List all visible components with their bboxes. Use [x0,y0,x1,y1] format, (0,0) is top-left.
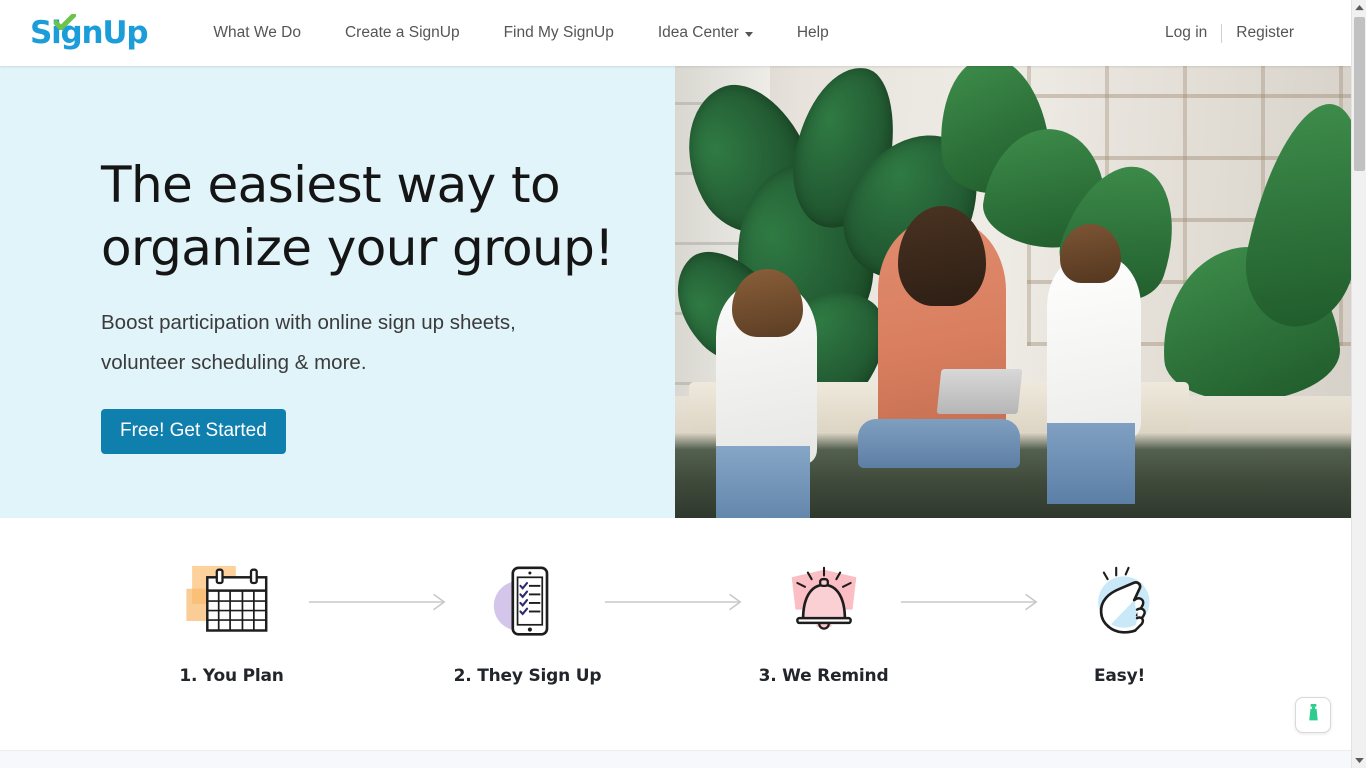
hero-subtitle: Boost participation with online sign up … [101,311,516,374]
how-it-works-section: 1. You Plan 2. They Sign Up 3. We Remind… [0,518,1351,750]
auth-nav: Log in Register [1151,0,1308,66]
snapping-fingers-icon [1045,566,1195,638]
hero-copy: The easiest way to organize your group! … [101,154,641,454]
step-we-remind: 3. We Remind [749,566,899,686]
lighthouse-beacon-icon [1305,703,1322,727]
arrow-right-icon [603,566,749,638]
logo-text: SignUp [30,14,149,51]
photo-person-child-jeans [1046,423,1135,505]
hero-section: The easiest way to organize your group! … [0,66,1351,518]
nav-item-label: Help [796,24,829,41]
nav-item-what-we-do[interactable]: What We Do [191,0,323,66]
login-link[interactable]: Log in [1151,24,1221,42]
logo-signup[interactable]: SignUp [30,10,149,51]
page-title: The easiest way to organize your group! [101,154,641,280]
nav-item-idea-center[interactable]: Idea Center [636,0,775,66]
help-widget-button[interactable] [1295,697,1331,733]
step-label: 2. They Sign Up [453,666,602,686]
nav-item-help[interactable]: Help [775,0,851,66]
step-easy: Easy! [1045,566,1195,686]
scrollbar-down-button[interactable] [1352,753,1366,768]
main-nav: What We Do Create a SignUp Find My SignU… [191,0,850,66]
step-label: 1. You Plan [179,666,284,686]
chevron-down-icon [744,31,753,37]
caret-down-icon [1355,757,1364,763]
get-started-button[interactable]: Free! Get Started [101,409,286,454]
step-label: 3. We Remind [758,666,889,686]
mobile-checklist-icon [453,566,603,638]
check-icon [52,10,78,32]
page-scrollbar[interactable] [1351,0,1366,768]
hero-title-line-1: The easiest way to [101,156,561,214]
steps-list: 1. You Plan 2. They Sign Up 3. We Remind… [0,518,1351,686]
calendar-icon [157,565,307,638]
caret-up-icon [1355,4,1364,10]
hero-image [675,66,1351,518]
arrow-right-icon [899,566,1045,638]
page-bottom-strip [0,750,1351,768]
photo-person-boy-jeans [715,445,811,518]
scrollbar-thumb[interactable] [1354,17,1365,171]
nav-item-label: Find My SignUp [503,24,614,41]
photo-laptop [936,368,1023,415]
step-label: Easy! [1093,666,1146,686]
scrollbar-up-button[interactable] [1352,0,1366,15]
step-they-sign-up: 2. They Sign Up [453,566,603,686]
page-root: SignUp What We Do Create a SignUp Find M… [0,0,1351,768]
site-header: SignUp What We Do Create a SignUp Find M… [0,0,1351,66]
hero-title-line-2: organize your group! [101,219,614,277]
nav-item-label: Idea Center [657,24,739,41]
nav-item-label: Create a SignUp [344,24,460,41]
nav-item-label: What We Do [213,24,301,41]
step-you-plan: 1. You Plan [157,565,307,686]
register-link[interactable]: Register [1222,24,1308,42]
arrow-right-icon [307,566,453,638]
photo-person-mother-jeans [857,418,1020,469]
nav-item-create-a-signup[interactable]: Create a SignUp [323,0,482,66]
alarm-bell-icon [749,566,899,638]
nav-item-find-my-signup[interactable]: Find My SignUp [482,0,636,66]
